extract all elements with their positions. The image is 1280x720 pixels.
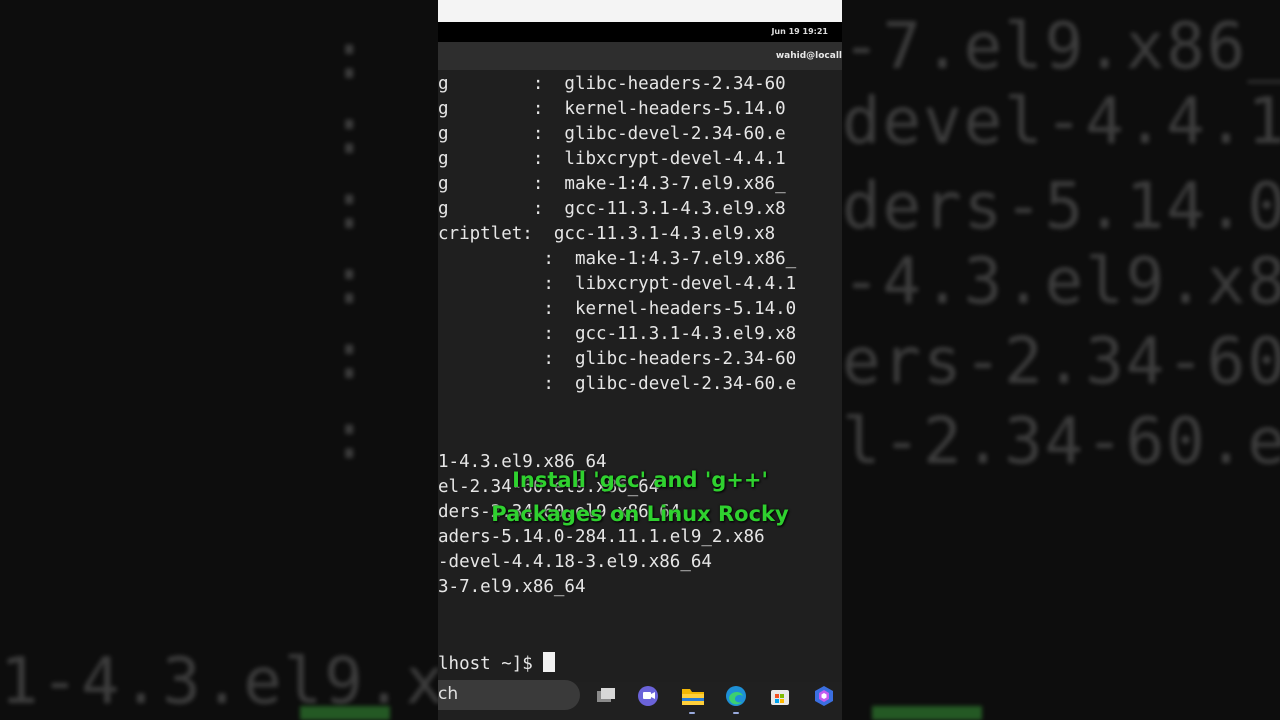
terminal-line: : glibc-headers-2.34-60 xyxy=(438,349,797,369)
bg-green-streak xyxy=(300,706,390,720)
shell-prompt[interactable]: lhost ~]$ xyxy=(438,652,842,677)
terminal-line: 3-7.el9.x86_64 xyxy=(438,577,586,597)
clock[interactable]: Jun 19 19:21 xyxy=(771,27,828,36)
terminal-title-bar[interactable]: wahid@locall xyxy=(438,42,842,71)
desktop-top-bar: Jun 19 19:21 xyxy=(438,22,842,42)
search-text: ch xyxy=(438,684,459,704)
active-app-indicator xyxy=(733,712,739,714)
bg-shade xyxy=(0,0,438,720)
terminal-line: -devel-4.4.18-3.el9.x86_64 xyxy=(438,552,712,572)
copilot-icon[interactable] xyxy=(812,684,836,708)
teams-chat-icon[interactable] xyxy=(636,684,660,708)
blurred-background-right: -7.el9.x86_ devel-4.4.1 ders-5.14.0 -4.3… xyxy=(842,0,1280,720)
terminal-line: : gcc-11.3.1-4.3.el9.x8 xyxy=(438,324,797,344)
store-icon[interactable] xyxy=(768,684,792,708)
text-cursor xyxy=(543,652,556,672)
bg-shade xyxy=(842,0,1280,720)
bg-green-streak xyxy=(872,706,982,720)
terminal-line: g : gcc-11.3.1-4.3.el9.x8 xyxy=(438,199,786,219)
top-white-strip xyxy=(438,0,842,22)
taskbar-search-box[interactable]: ch xyxy=(438,680,580,710)
terminal-output[interactable]: g : glibc-headers-2.34-60 g : kernel-hea… xyxy=(438,70,842,682)
window-title: wahid@locall xyxy=(775,51,842,61)
terminal-line: : glibc-devel-2.34-60.e xyxy=(438,374,797,394)
video-frame: Jun 19 19:21 wahid@locall g : glibc-head… xyxy=(438,0,842,720)
terminal-line: : make-1:4.3-7.el9.x86_ xyxy=(438,249,797,269)
caption-line-1: Install 'gcc' and 'g++' xyxy=(512,468,768,492)
terminal-line: : kernel-headers-5.14.0 xyxy=(438,299,797,319)
active-app-indicator xyxy=(689,712,695,714)
terminal-line: : libxcrypt-devel-4.4.1 xyxy=(438,274,797,294)
blurred-background-left: : m : l : k : g : g : g 1-4.3.el9.x xyxy=(0,0,438,720)
terminal-line: g : glibc-devel-2.34-60.e xyxy=(438,124,786,144)
caption-line-2: Packages on Linux Rocky xyxy=(491,502,789,526)
terminal-line: g : make-1:4.3-7.el9.x86_ xyxy=(438,174,786,194)
terminal-line: criptlet: gcc-11.3.1-4.3.el9.x8 xyxy=(438,224,776,244)
windows-taskbar: ch xyxy=(438,680,842,720)
terminal-line: g : kernel-headers-5.14.0 xyxy=(438,99,786,119)
file-explorer-icon[interactable] xyxy=(680,684,704,708)
terminal-line: g : libxcrypt-devel-4.4.1 xyxy=(438,149,786,169)
prompt-text: lhost ~]$ xyxy=(438,654,544,674)
task-view-icon[interactable] xyxy=(594,684,618,708)
terminal-line: aders-5.14.0-284.11.1.el9_2.x86 xyxy=(438,527,765,547)
edge-browser-icon[interactable] xyxy=(724,684,748,708)
terminal-line: g : glibc-headers-2.34-60 xyxy=(438,74,786,94)
